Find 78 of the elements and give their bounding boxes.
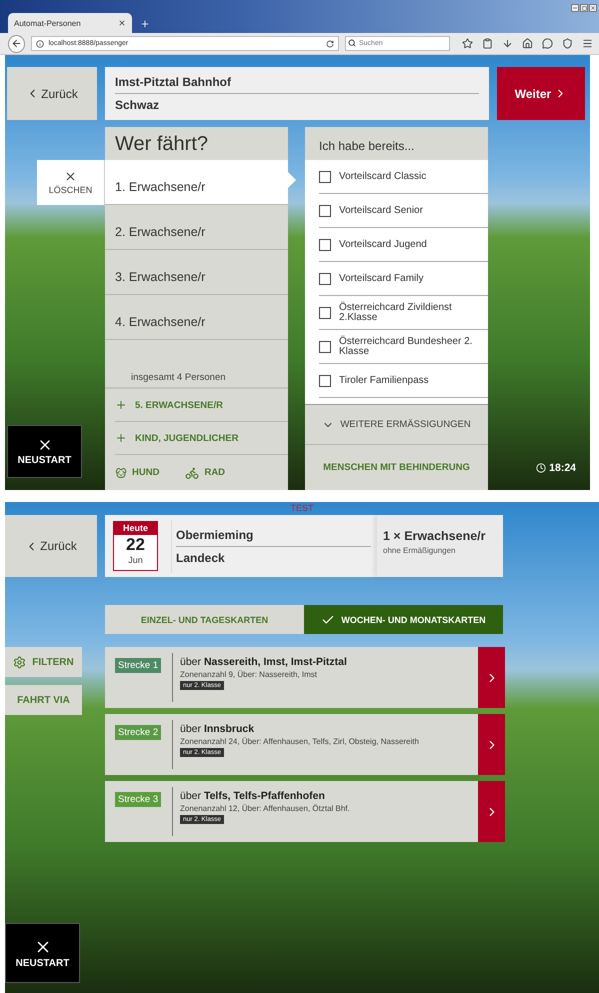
restart-button[interactable]: NEUSTART bbox=[5, 923, 80, 983]
checkbox[interactable] bbox=[319, 306, 331, 318]
destination-station: Landeck bbox=[176, 550, 226, 566]
route-via-text: über Telfs, Telfs-Pfaffenhofen bbox=[180, 790, 325, 802]
close-window-button[interactable] bbox=[589, 4, 597, 12]
browser-tab[interactable]: Automat-Personen bbox=[8, 13, 132, 33]
add-passenger-button[interactable]: 5. ERWACHSENE/R bbox=[115, 389, 288, 422]
arrow-left-icon bbox=[11, 38, 22, 49]
dog-icon bbox=[115, 466, 127, 478]
close-icon[interactable] bbox=[118, 19, 126, 27]
clock-icon bbox=[536, 463, 546, 473]
delete-button[interactable]: LÖSCHEN bbox=[37, 160, 105, 205]
checkbox[interactable] bbox=[319, 204, 331, 216]
passenger-row[interactable]: 1. Erwachsene/r bbox=[105, 160, 288, 205]
clipboard-icon[interactable] bbox=[482, 38, 493, 49]
add-extra-button[interactable]: HUND bbox=[115, 466, 160, 478]
test-label: TEST bbox=[289, 502, 314, 515]
destination-station: Schwaz bbox=[115, 97, 160, 114]
minus-icon bbox=[572, 5, 578, 11]
restart-button[interactable]: NEUSTART bbox=[7, 425, 82, 478]
speech-bubble-icon[interactable] bbox=[542, 38, 553, 49]
side-button[interactable]: FILTERN bbox=[5, 647, 82, 677]
reload-icon[interactable] bbox=[326, 40, 334, 48]
route-via-text: über Nassereith, Imst, Imst-Pitztal bbox=[180, 656, 347, 668]
ticket-tab[interactable]: WOCHEN- UND MONATSKARTEN bbox=[304, 605, 503, 634]
side-button[interactable]: FAHRT VIA bbox=[5, 685, 82, 715]
checkbox[interactable] bbox=[319, 238, 331, 250]
zone-text: Zonenanzahl 12, Über: Affenhausen, Ötztal Bhf. bbox=[180, 804, 350, 813]
origin-station: Obermieming bbox=[176, 526, 254, 544]
checkbox[interactable] bbox=[319, 170, 331, 182]
total-text: insgesamt 4 Personen bbox=[105, 340, 288, 389]
clock-text: 18:24 bbox=[549, 462, 576, 474]
route-badge: Strecke 2 bbox=[115, 725, 162, 740]
next-button[interactable]: Weiter bbox=[497, 67, 585, 120]
plus-icon bbox=[140, 19, 150, 29]
discount-option[interactable]: Vorteilscard Senior bbox=[319, 194, 488, 228]
pointer-icon bbox=[288, 172, 296, 188]
add-passenger-button[interactable]: KIND, JUGENDLICHER bbox=[115, 422, 288, 455]
ticket-tab[interactable]: EINZEL- UND TAGESKARTEN bbox=[105, 605, 304, 634]
square-icon bbox=[582, 6, 586, 10]
discount-option[interactable]: Österreichcard Zivildienst 2.Klasse bbox=[319, 296, 488, 330]
back-button[interactable]: Zurück bbox=[7, 67, 97, 120]
close-icon bbox=[64, 170, 77, 183]
minimize-button[interactable] bbox=[571, 4, 579, 12]
menu-icon[interactable] bbox=[582, 38, 593, 49]
checkbox[interactable] bbox=[319, 340, 331, 352]
plus-icon bbox=[115, 432, 127, 444]
add-extra-button[interactable]: RAD bbox=[185, 466, 226, 480]
maximize-button[interactable] bbox=[580, 4, 588, 12]
zone-text: Zonenanzahl 9, Über: Nassereith, Imst bbox=[180, 670, 317, 679]
origin-station: Imst-Pitztal Bahnhof bbox=[115, 74, 232, 91]
route-via-text: über Innsbruck bbox=[180, 723, 254, 735]
star-icon[interactable] bbox=[462, 38, 473, 49]
bike-icon bbox=[185, 466, 200, 480]
zone-text: Zonenanzahl 24, Über: Affenhausen, Telfs, Zirl, Obsteig, Nassereith bbox=[180, 737, 419, 746]
discount-option[interactable]: Vorteilscard Family bbox=[319, 262, 488, 296]
discount-option[interactable]: Österreichcard Bundesheer 2. Klasse bbox=[319, 330, 488, 364]
panel-title: Ich habe bereits... bbox=[318, 138, 416, 155]
discount-option[interactable]: Tiroler Familienpass bbox=[319, 364, 488, 398]
discount-option[interactable]: Vorteilscard Classic bbox=[319, 160, 488, 194]
panel-title: Wer fährt? bbox=[114, 132, 209, 157]
plus-icon bbox=[115, 399, 127, 411]
route-badge: Strecke 1 bbox=[115, 658, 162, 673]
info-icon bbox=[36, 40, 44, 48]
discount-option[interactable]: Vorteilscard Jugend bbox=[319, 228, 488, 262]
passenger-summary: 1 × Erwachsene/r ohne Ermäßigungen bbox=[377, 515, 503, 577]
checkbox[interactable] bbox=[319, 272, 331, 284]
back-button[interactable] bbox=[8, 34, 26, 52]
new-tab-button[interactable] bbox=[140, 19, 150, 29]
shield-icon[interactable] bbox=[562, 38, 573, 49]
back-button[interactable]: Zurück bbox=[5, 515, 97, 577]
date-card: Heute 22 Jun bbox=[113, 521, 158, 571]
checkbox[interactable] bbox=[319, 374, 331, 386]
route-badge: Strecke 3 bbox=[115, 792, 162, 807]
download-icon[interactable] bbox=[502, 38, 513, 49]
close-icon bbox=[590, 5, 596, 11]
home-icon[interactable] bbox=[522, 38, 533, 49]
gear-icon bbox=[13, 656, 26, 668]
